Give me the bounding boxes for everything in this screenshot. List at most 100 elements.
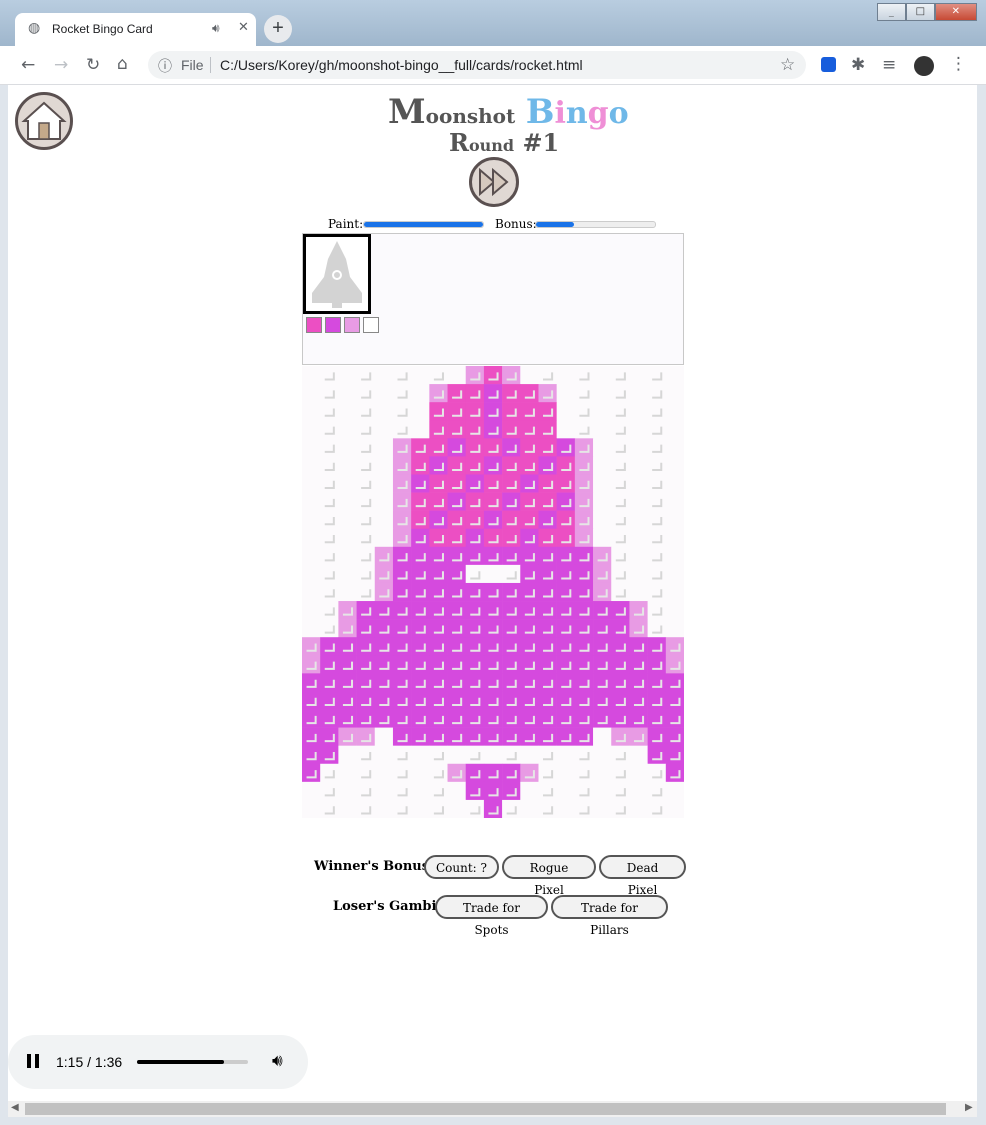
grid-cell[interactable] [374, 709, 394, 728]
grid-cell[interactable] [647, 420, 667, 439]
grid-cell[interactable] [465, 691, 485, 710]
grid-cell[interactable] [556, 619, 576, 638]
grid-cell[interactable] [502, 582, 521, 602]
grid-cell[interactable] [556, 691, 576, 710]
grid-cell[interactable] [374, 546, 394, 566]
grid-cell[interactable] [593, 438, 612, 457]
grid-cell[interactable] [502, 655, 521, 674]
grid-cell[interactable] [520, 474, 539, 493]
grid-cell[interactable] [392, 691, 412, 710]
grid-cell[interactable] [320, 673, 339, 692]
grid-cell[interactable] [520, 781, 539, 801]
grid-cell[interactable] [447, 438, 467, 457]
grid-cell[interactable] [392, 619, 412, 638]
grid-cell[interactable] [502, 564, 521, 584]
grid-cell[interactable] [320, 384, 339, 403]
grid-cell[interactable] [483, 564, 503, 584]
grid-cell[interactable] [556, 384, 576, 403]
grid-cell[interactable] [538, 637, 557, 656]
grid-cell[interactable] [502, 781, 521, 801]
grid-cell[interactable] [356, 510, 376, 530]
grid-cell[interactable] [447, 546, 467, 566]
grid-cell[interactable] [556, 492, 576, 511]
grid-cell[interactable] [411, 366, 430, 385]
grid-cell[interactable] [593, 799, 612, 818]
grid-cell[interactable] [611, 727, 630, 746]
grid-cell[interactable] [556, 727, 576, 746]
grid-cell[interactable] [502, 420, 521, 439]
audio-seek-bar[interactable] [137, 1060, 248, 1064]
grid-cell[interactable] [611, 402, 630, 421]
grid-cell[interactable] [483, 673, 503, 692]
grid-cell[interactable] [520, 402, 539, 421]
grid-cell[interactable] [502, 691, 521, 710]
grid-cell[interactable] [502, 438, 521, 457]
grid-cell[interactable] [447, 456, 467, 475]
grid-cell[interactable] [392, 492, 412, 511]
grid-cell[interactable] [392, 655, 412, 674]
grid-cell[interactable] [302, 637, 321, 656]
grid-cell[interactable] [611, 781, 630, 801]
grid-cell[interactable] [447, 601, 467, 620]
grid-cell[interactable] [302, 456, 321, 475]
fast-forward-button[interactable] [469, 157, 519, 207]
grid-cell[interactable] [411, 655, 430, 674]
grid-cell[interactable] [302, 402, 321, 421]
grid-cell[interactable] [665, 456, 684, 475]
grid-cell[interactable] [356, 474, 376, 493]
home-nav-icon[interactable]: ⌂ [117, 54, 128, 74]
grid-cell[interactable] [665, 474, 684, 493]
grid-cell[interactable] [556, 745, 576, 765]
grid-cell[interactable] [374, 582, 394, 602]
grid-cell[interactable] [447, 709, 467, 728]
grid-cell[interactable] [556, 637, 576, 656]
minimize-icon[interactable]: _ [877, 3, 906, 21]
grid-cell[interactable] [593, 546, 612, 566]
grid-cell[interactable] [302, 564, 321, 584]
grid-cell[interactable] [338, 727, 357, 746]
grid-cell[interactable] [611, 528, 630, 548]
grid-cell[interactable] [465, 655, 485, 674]
grid-cell[interactable] [465, 510, 485, 530]
grid-cell[interactable] [483, 474, 503, 493]
grid-cell[interactable] [647, 673, 667, 692]
grid-cell[interactable] [392, 510, 412, 530]
grid-cell[interactable] [629, 438, 648, 457]
grid-cell[interactable] [611, 601, 630, 620]
grid-cell[interactable] [302, 601, 321, 620]
grid-cell[interactable] [465, 619, 485, 638]
grid-cell[interactable] [611, 456, 630, 475]
grid-cell[interactable] [302, 438, 321, 457]
grid-cell[interactable] [429, 582, 448, 602]
grid-cell[interactable] [392, 601, 412, 620]
grid-cell[interactable] [447, 510, 467, 530]
grid-cell[interactable] [411, 619, 430, 638]
grid-cell[interactable] [647, 366, 667, 385]
grid-cell[interactable] [320, 691, 339, 710]
grid-cell[interactable] [338, 420, 357, 439]
grid-cell[interactable] [429, 492, 448, 511]
grid-cell[interactable] [611, 709, 630, 728]
grid-cell[interactable] [538, 456, 557, 475]
grid-cell[interactable] [520, 709, 539, 728]
grid-cell[interactable] [556, 799, 576, 818]
grid-cell[interactable] [465, 474, 485, 493]
grid-cell[interactable] [465, 456, 485, 475]
grid-cell[interactable] [356, 601, 376, 620]
grid-cell[interactable] [647, 691, 667, 710]
grid-cell[interactable] [320, 564, 339, 584]
grid-cell[interactable] [429, 510, 448, 530]
grid-cell[interactable] [302, 582, 321, 602]
grid-cell[interactable] [556, 546, 576, 566]
grid-cell[interactable] [502, 799, 521, 818]
grid-cell[interactable] [483, 510, 503, 530]
grid-cell[interactable] [356, 456, 376, 475]
grid-cell[interactable] [593, 745, 612, 765]
grid-cell[interactable] [392, 637, 412, 656]
grid-cell[interactable] [520, 763, 539, 783]
grid-cell[interactable] [502, 456, 521, 475]
grid-cell[interactable] [429, 763, 448, 783]
grid-cell[interactable] [593, 510, 612, 530]
grid-cell[interactable] [392, 799, 412, 818]
grid-cell[interactable] [538, 474, 557, 493]
